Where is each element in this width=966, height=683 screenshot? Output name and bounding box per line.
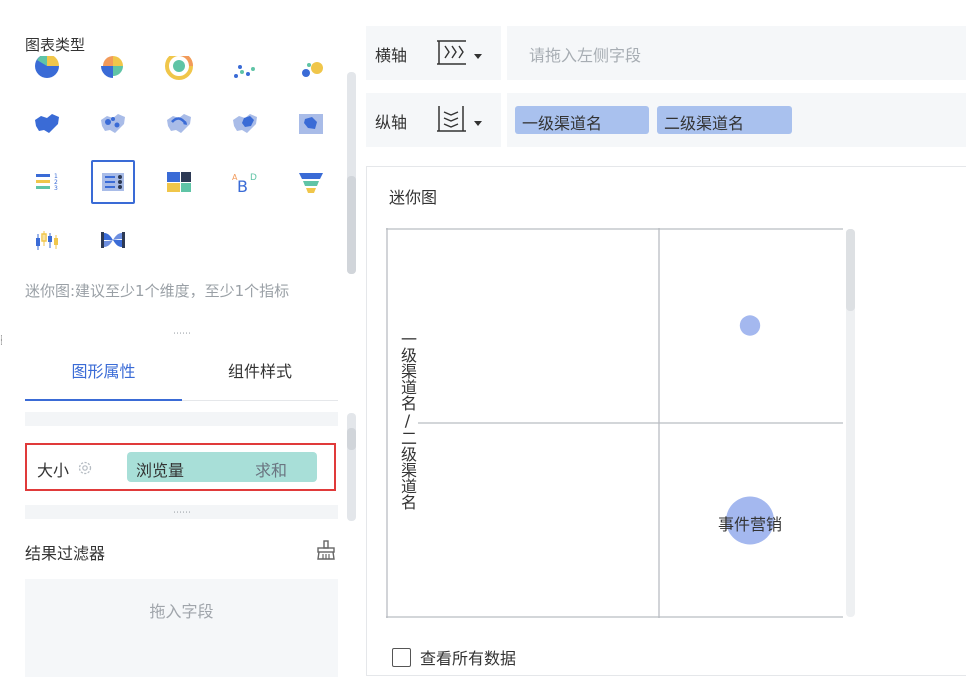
svg-text:3: 3	[54, 185, 58, 192]
category-label: 事件营销	[717, 514, 782, 534]
scrollbar-thumb[interactable]	[846, 229, 855, 311]
section-resize-grip[interactable]: ⋯⋯	[172, 330, 192, 339]
section-resize-grip-2[interactable]: ⋯⋯	[172, 509, 192, 518]
clear-filter-icon[interactable]	[315, 539, 337, 561]
scrollbar-thumb[interactable]	[347, 176, 356, 274]
heat-map-icon[interactable]	[223, 102, 267, 146]
sankey-chart-icon[interactable]	[91, 218, 135, 262]
ranking-list-icon[interactable]: 123	[25, 160, 69, 204]
view-all-label: 查看所有数据	[420, 649, 517, 668]
flow-map-icon[interactable]	[157, 102, 201, 146]
scatter-chart-icon[interactable]	[223, 56, 267, 88]
size-aggregation[interactable]: 求和	[255, 457, 287, 481]
rose-chart-icon[interactable]	[91, 56, 135, 88]
x-axis-row: 横轴 请拖入左侧字段	[366, 26, 966, 80]
svg-text:B: B	[237, 177, 248, 196]
rectangle-tree-icon[interactable]	[157, 160, 201, 204]
chart-type-hint: 迷你图:建议至少1个维度，至少1个指标	[25, 282, 290, 300]
custom-map-icon[interactable]	[289, 102, 333, 146]
sunburst-chart-icon[interactable]	[157, 56, 201, 88]
chart-types-title: 图表类型	[25, 36, 86, 54]
chart-title: 迷你图	[389, 188, 438, 207]
chart-preview-panel: 迷你图 一级渠道名/二级渠道名 事件营销 查看所有数据	[366, 166, 966, 676]
x-axis-drop-placeholder[interactable]: 请拖入左侧字段	[529, 42, 641, 66]
y-field-pill-level2[interactable]: 二级渠道名	[657, 106, 792, 134]
gear-icon[interactable]	[77, 460, 93, 476]
drop-zone-placeholder: 拖入字段	[149, 602, 214, 621]
property-tabs: 图形属性 组件样式	[25, 345, 338, 401]
result-filter-title: 结果过滤器	[25, 544, 106, 563]
tab-graphic-properties[interactable]: 图形属性	[25, 345, 182, 401]
mini-chart-icon[interactable]	[91, 160, 135, 204]
size-label: 大小	[37, 461, 70, 480]
size-property-row: 大小 浏览量 求和	[25, 443, 336, 491]
funnel-chart-icon[interactable]	[289, 160, 333, 204]
view-all-data-toggle[interactable]: 查看所有数据	[392, 645, 516, 669]
pie-chart-icon[interactable]	[25, 56, 69, 88]
bubble-point-0[interactable]	[739, 315, 761, 336]
x-axis-sort-icon[interactable]	[436, 36, 468, 68]
size-field-name: 浏览量	[136, 461, 185, 480]
y-axis-label: 纵轴	[375, 113, 408, 132]
y-axis-caret-icon[interactable]	[474, 121, 482, 126]
view-all-checkbox[interactable]	[392, 647, 411, 667]
y-axis-title: 一级渠道名/二级渠道名	[398, 331, 417, 510]
y-axis-sort-icon[interactable]	[436, 103, 468, 135]
axis-separator	[501, 26, 507, 80]
scrollbar-thumb[interactable]	[347, 428, 356, 450]
x-axis-caret-icon[interactable]	[474, 54, 482, 59]
chart-types-scrollbar[interactable]	[347, 72, 356, 274]
property-divider	[25, 412, 338, 426]
plot-scrollbar[interactable]	[846, 229, 855, 617]
y-axis-row: 纵轴 一级渠道名 二级渠道名	[366, 93, 966, 147]
region-map-icon[interactable]	[25, 102, 69, 146]
left-panel: ⁞ ⁞ 图表类型 1 2 3 A B D 迷你图:建议至少1个维度，至少1个指标…	[0, 0, 356, 683]
tab-component-style[interactable]: 组件样式	[182, 345, 338, 401]
candlestick-chart-icon[interactable]	[25, 218, 69, 262]
app-root: ⁞ ⁞ 图表类型 1 2 3 A B D 迷你图:建议至少1个维度，至少1个指标…	[0, 0, 966, 683]
word-cloud-icon[interactable]: ABD	[223, 160, 267, 204]
panel-resize-handle[interactable]: ⁞ ⁞	[0, 335, 6, 355]
filter-drop-zone[interactable]: 拖入字段	[25, 579, 338, 677]
size-field-pill[interactable]: 浏览量 求和	[127, 452, 317, 482]
mini-chart-plot	[386, 228, 843, 618]
properties-scrollbar[interactable]	[347, 413, 356, 521]
point-map-icon[interactable]	[91, 102, 135, 146]
chart-type-grid: 123 ABD	[25, 56, 343, 266]
bubble-chart-icon[interactable]	[289, 56, 333, 88]
x-axis-label: 横轴	[375, 46, 408, 65]
y-field-pill-level1[interactable]: 一级渠道名	[515, 106, 649, 134]
svg-text:D: D	[250, 173, 257, 183]
axis-separator	[501, 93, 507, 147]
